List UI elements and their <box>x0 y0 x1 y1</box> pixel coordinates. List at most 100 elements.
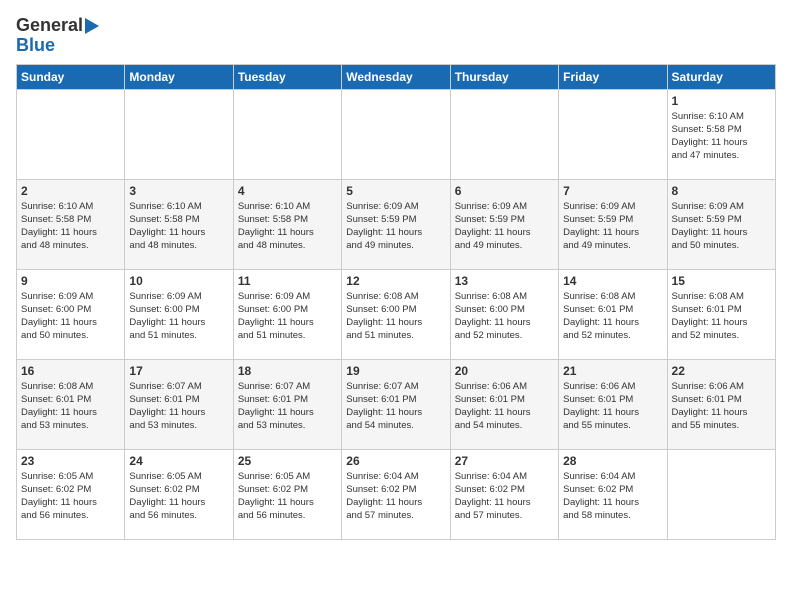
weekday-row: SundayMondayTuesdayWednesdayThursdayFrid… <box>17 64 776 89</box>
day-info: Sunrise: 6:09 AM Sunset: 5:59 PM Dayligh… <box>455 200 554 253</box>
weekday-header-tuesday: Tuesday <box>233 64 341 89</box>
calendar-empty <box>450 89 558 179</box>
day-number: 24 <box>129 454 228 468</box>
calendar-week-0: 1 Sunrise: 6:10 AM Sunset: 5:58 PM Daylig… <box>17 89 776 179</box>
day-number: 20 <box>455 364 554 378</box>
day-number: 22 <box>672 364 771 378</box>
day-info: Sunrise: 6:08 AM Sunset: 6:00 PM Dayligh… <box>346 290 445 343</box>
day-info: Sunrise: 6:08 AM Sunset: 6:00 PM Dayligh… <box>455 290 554 343</box>
day-info: Sunrise: 6:08 AM Sunset: 6:01 PM Dayligh… <box>563 290 662 343</box>
calendar-week-4: 23Sunrise: 6:05 AM Sunset: 6:02 PM Dayli… <box>17 449 776 539</box>
day-info: Sunrise: 6:05 AM Sunset: 6:02 PM Dayligh… <box>238 470 337 523</box>
day-info: Sunrise: 6:09 AM Sunset: 5:59 PM Dayligh… <box>563 200 662 253</box>
day-number: 7 <box>563 184 662 198</box>
calendar-day-3: 3Sunrise: 6:10 AM Sunset: 5:58 PM Daylig… <box>125 179 233 269</box>
weekday-header-thursday: Thursday <box>450 64 558 89</box>
calendar-table: SundayMondayTuesdayWednesdayThursdayFrid… <box>16 64 776 540</box>
day-number: 9 <box>21 274 120 288</box>
calendar-day-24: 24Sunrise: 6:05 AM Sunset: 6:02 PM Dayli… <box>125 449 233 539</box>
calendar-empty <box>17 89 125 179</box>
day-number: 28 <box>563 454 662 468</box>
day-number: 10 <box>129 274 228 288</box>
calendar-day-7: 7 Sunrise: 6:09 AM Sunset: 5:59 PM Daylig… <box>559 179 667 269</box>
calendar-body: 1 Sunrise: 6:10 AM Sunset: 5:58 PM Daylig… <box>17 89 776 539</box>
logo: General Blue <box>16 16 99 56</box>
weekday-header-wednesday: Wednesday <box>342 64 450 89</box>
calendar-day-6: 6 Sunrise: 6:09 AM Sunset: 5:59 PM Daylig… <box>450 179 558 269</box>
calendar-day-26: 26Sunrise: 6:04 AM Sunset: 6:02 PM Dayli… <box>342 449 450 539</box>
calendar-empty <box>559 89 667 179</box>
calendar-day-16: 16 Sunrise: 6:08 AM Sunset: 6:01 PM Dayli… <box>17 359 125 449</box>
calendar-day-23: 23Sunrise: 6:05 AM Sunset: 6:02 PM Dayli… <box>17 449 125 539</box>
day-info: Sunrise: 6:10 AM Sunset: 5:58 PM Dayligh… <box>238 200 337 253</box>
calendar-day-18: 18 Sunrise: 6:07 AM Sunset: 6:01 PM Dayli… <box>233 359 341 449</box>
day-info: Sunrise: 6:10 AM Sunset: 5:58 PM Dayligh… <box>21 200 120 253</box>
day-number: 8 <box>672 184 771 198</box>
calendar-day-20: 20 Sunrise: 6:06 AM Sunset: 6:01 PM Dayli… <box>450 359 558 449</box>
day-info: Sunrise: 6:08 AM Sunset: 6:01 PM Dayligh… <box>21 380 120 433</box>
calendar-empty <box>342 89 450 179</box>
calendar-day-21: 21Sunrise: 6:06 AM Sunset: 6:01 PM Dayli… <box>559 359 667 449</box>
calendar-day-11: 11 Sunrise: 6:09 AM Sunset: 6:00 PM Dayli… <box>233 269 341 359</box>
day-number: 13 <box>455 274 554 288</box>
calendar-day-12: 12 Sunrise: 6:08 AM Sunset: 6:00 PM Dayli… <box>342 269 450 359</box>
calendar-header: SundayMondayTuesdayWednesdayThursdayFrid… <box>17 64 776 89</box>
calendar-day-2: 2 Sunrise: 6:10 AM Sunset: 5:58 PM Daylig… <box>17 179 125 269</box>
calendar-day-13: 13 Sunrise: 6:08 AM Sunset: 6:00 PM Dayli… <box>450 269 558 359</box>
calendar-day-5: 5 Sunrise: 6:09 AM Sunset: 5:59 PM Daylig… <box>342 179 450 269</box>
calendar-day-28: 28 Sunrise: 6:04 AM Sunset: 6:02 PM Dayli… <box>559 449 667 539</box>
day-number: 5 <box>346 184 445 198</box>
logo-general: General <box>16 16 83 36</box>
day-info: Sunrise: 6:07 AM Sunset: 6:01 PM Dayligh… <box>346 380 445 433</box>
day-info: Sunrise: 6:09 AM Sunset: 6:00 PM Dayligh… <box>129 290 228 343</box>
day-info: Sunrise: 6:08 AM Sunset: 6:01 PM Dayligh… <box>672 290 771 343</box>
day-info: Sunrise: 6:06 AM Sunset: 6:01 PM Dayligh… <box>563 380 662 433</box>
weekday-header-saturday: Saturday <box>667 64 775 89</box>
day-number: 4 <box>238 184 337 198</box>
day-info: Sunrise: 6:06 AM Sunset: 6:01 PM Dayligh… <box>455 380 554 433</box>
day-number: 2 <box>21 184 120 198</box>
day-info: Sunrise: 6:04 AM Sunset: 6:02 PM Dayligh… <box>455 470 554 523</box>
calendar-empty <box>125 89 233 179</box>
calendar-day-17: 17 Sunrise: 6:07 AM Sunset: 6:01 PM Dayli… <box>125 359 233 449</box>
weekday-header-sunday: Sunday <box>17 64 125 89</box>
calendar-day-10: 10 Sunrise: 6:09 AM Sunset: 6:00 PM Dayli… <box>125 269 233 359</box>
day-number: 1 <box>672 94 771 108</box>
day-number: 19 <box>346 364 445 378</box>
day-number: 12 <box>346 274 445 288</box>
day-number: 6 <box>455 184 554 198</box>
page-header: General Blue <box>16 16 776 56</box>
calendar-day-14: 14 Sunrise: 6:08 AM Sunset: 6:01 PM Dayli… <box>559 269 667 359</box>
day-number: 18 <box>238 364 337 378</box>
calendar-day-8: 8Sunrise: 6:09 AM Sunset: 5:59 PM Daylig… <box>667 179 775 269</box>
logo-blue: Blue <box>16 36 55 56</box>
calendar-day-9: 9 Sunrise: 6:09 AM Sunset: 6:00 PM Daylig… <box>17 269 125 359</box>
calendar-day-4: 4 Sunrise: 6:10 AM Sunset: 5:58 PM Daylig… <box>233 179 341 269</box>
calendar-day-22: 22Sunrise: 6:06 AM Sunset: 6:01 PM Dayli… <box>667 359 775 449</box>
day-info: Sunrise: 6:09 AM Sunset: 6:00 PM Dayligh… <box>21 290 120 343</box>
calendar-day-19: 19 Sunrise: 6:07 AM Sunset: 6:01 PM Dayli… <box>342 359 450 449</box>
day-info: Sunrise: 6:07 AM Sunset: 6:01 PM Dayligh… <box>238 380 337 433</box>
day-info: Sunrise: 6:04 AM Sunset: 6:02 PM Dayligh… <box>563 470 662 523</box>
calendar-week-1: 2 Sunrise: 6:10 AM Sunset: 5:58 PM Daylig… <box>17 179 776 269</box>
day-info: Sunrise: 6:09 AM Sunset: 5:59 PM Dayligh… <box>346 200 445 253</box>
day-number: 16 <box>21 364 120 378</box>
calendar-day-27: 27 Sunrise: 6:04 AM Sunset: 6:02 PM Dayli… <box>450 449 558 539</box>
day-info: Sunrise: 6:09 AM Sunset: 6:00 PM Dayligh… <box>238 290 337 343</box>
day-number: 14 <box>563 274 662 288</box>
day-info: Sunrise: 6:10 AM Sunset: 5:58 PM Dayligh… <box>672 110 771 163</box>
logo-arrow-icon <box>85 18 99 34</box>
day-number: 27 <box>455 454 554 468</box>
day-number: 26 <box>346 454 445 468</box>
day-number: 17 <box>129 364 228 378</box>
day-number: 15 <box>672 274 771 288</box>
day-info: Sunrise: 6:05 AM Sunset: 6:02 PM Dayligh… <box>21 470 120 523</box>
weekday-header-monday: Monday <box>125 64 233 89</box>
weekday-header-friday: Friday <box>559 64 667 89</box>
calendar-empty <box>233 89 341 179</box>
day-number: 25 <box>238 454 337 468</box>
day-number: 11 <box>238 274 337 288</box>
calendar-day-1: 1 Sunrise: 6:10 AM Sunset: 5:58 PM Daylig… <box>667 89 775 179</box>
day-info: Sunrise: 6:07 AM Sunset: 6:01 PM Dayligh… <box>129 380 228 433</box>
calendar-day-25: 25 Sunrise: 6:05 AM Sunset: 6:02 PM Dayli… <box>233 449 341 539</box>
